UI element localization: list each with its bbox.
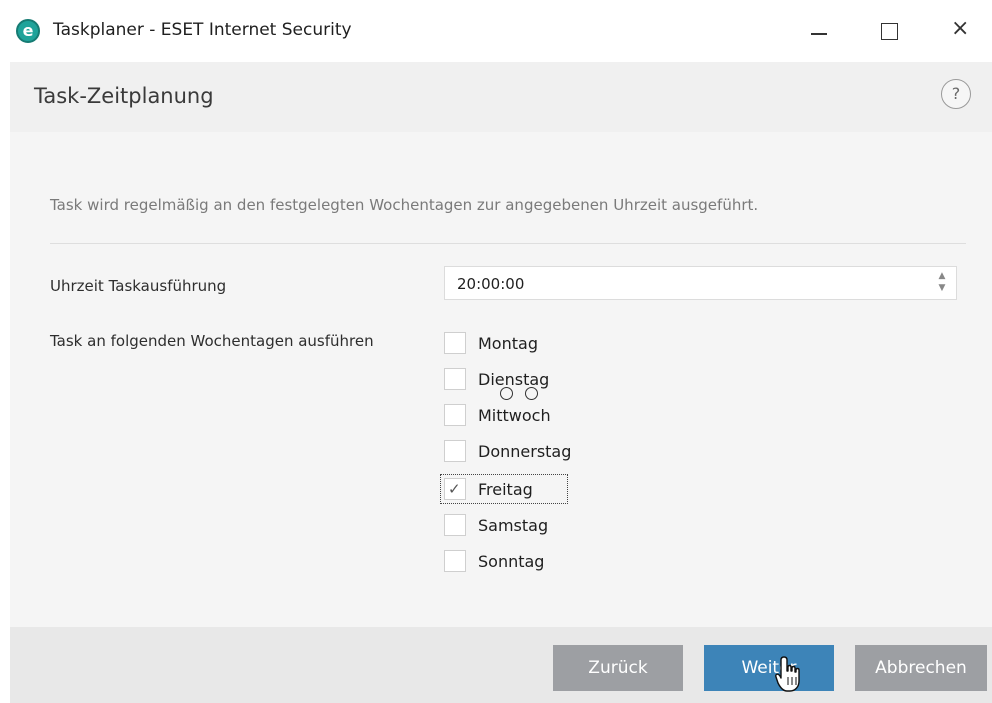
checkbox-dienstag[interactable] xyxy=(444,368,466,390)
next-button[interactable]: Weiter xyxy=(704,645,834,691)
weekday-label: Mittwoch xyxy=(478,406,551,425)
checkbox-donnerstag[interactable] xyxy=(444,440,466,462)
weekday-option-mittwoch[interactable]: Mittwoch xyxy=(444,402,644,430)
help-icon[interactable]: ? xyxy=(941,79,971,109)
weekday-label: Sonntag xyxy=(478,552,545,571)
checkbox-samstag[interactable] xyxy=(444,514,466,536)
eset-logo-icon: e xyxy=(16,19,40,43)
cancel-button[interactable]: Abbrechen xyxy=(855,645,987,691)
taskplaner-window: e Taskplaner - ESET Internet Security × … xyxy=(0,0,992,703)
weekday-option-freitag[interactable]: ✓ Freitag xyxy=(440,474,644,504)
weekday-option-samstag[interactable]: Samstag xyxy=(444,512,644,540)
minimize-icon xyxy=(811,33,827,35)
weekday-label: Samstag xyxy=(478,516,549,535)
page-title: Task-Zeitplanung xyxy=(34,84,214,108)
content-panel: Task wird regelmäßig an den festgelegten… xyxy=(10,132,992,627)
spin-down-icon[interactable]: ▼ xyxy=(936,283,948,293)
checkbox-sonntag[interactable] xyxy=(444,550,466,572)
minimize-button[interactable] xyxy=(797,10,843,52)
close-icon: × xyxy=(951,16,970,41)
footer-bar: Zurück Weiter Abbrechen xyxy=(10,627,992,703)
spin-up-icon[interactable]: ▲ xyxy=(936,271,948,281)
weekday-label: Freitag xyxy=(478,480,533,499)
weekday-option-donnerstag[interactable]: Donnerstag xyxy=(444,438,644,466)
window-title: Taskplaner - ESET Internet Security xyxy=(53,20,352,40)
checkbox-mittwoch[interactable] xyxy=(444,404,466,426)
close-button[interactable]: × xyxy=(939,10,985,52)
schedule-description: Task wird regelmäßig an den festgelegten… xyxy=(50,196,759,214)
hand-cursor-icon xyxy=(775,656,800,692)
checkbox-freitag[interactable]: ✓ xyxy=(444,478,466,500)
circle-marker-icon xyxy=(500,387,513,400)
title-bar: e Taskplaner - ESET Internet Security × xyxy=(0,0,992,62)
circle-marker-icon xyxy=(525,387,538,400)
time-spinner[interactable]: ▲ ▼ xyxy=(936,271,948,295)
divider xyxy=(50,243,966,244)
page-header: Task-Zeitplanung ? xyxy=(10,62,992,132)
weekday-label: Dienstag xyxy=(478,370,550,389)
maximize-button[interactable] xyxy=(867,10,913,52)
weekdays-label: Task an folgenden Wochentagen ausführen xyxy=(50,332,374,350)
time-label: Uhrzeit Taskausführung xyxy=(50,277,227,295)
maximize-icon xyxy=(881,23,898,40)
weekday-label: Donnerstag xyxy=(478,442,572,461)
time-input-value: 20:00:00 xyxy=(457,275,525,293)
eset-logo-letter: e xyxy=(22,21,34,40)
weekday-option-sonntag[interactable]: Sonntag xyxy=(444,548,644,576)
back-button[interactable]: Zurück xyxy=(553,645,683,691)
weekday-option-dienstag[interactable]: Dienstag xyxy=(444,366,644,394)
weekday-label: Montag xyxy=(478,334,538,353)
checkmark-icon: ✓ xyxy=(448,480,461,498)
time-input[interactable]: 20:00:00 ▲ ▼ xyxy=(444,266,957,300)
weekday-option-montag[interactable]: Montag xyxy=(444,330,644,358)
checkbox-montag[interactable] xyxy=(444,332,466,354)
